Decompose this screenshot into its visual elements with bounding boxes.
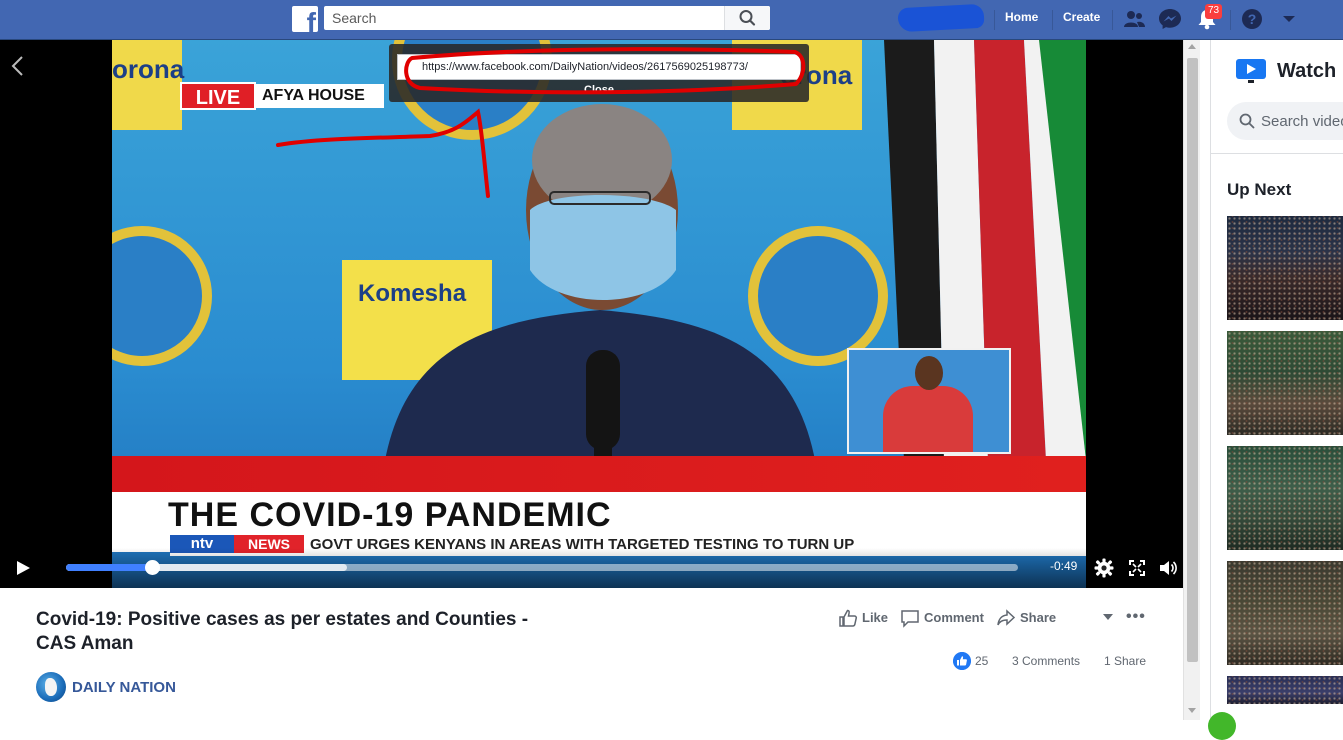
lower-third-red-strip — [112, 456, 1086, 494]
up-next-heading: Up Next — [1227, 180, 1292, 199]
progress-scrubber-handle[interactable] — [144, 560, 160, 575]
video-title: Covid-19: Positive cases as per estates … — [36, 609, 529, 654]
page-name-link[interactable]: DAILY NATION — [72, 679, 176, 696]
video-headline: THE COVID-19 PANDEMIC — [168, 496, 612, 534]
like-count[interactable]: 25 — [975, 654, 988, 668]
nav-create-link[interactable]: Create — [1063, 10, 1100, 24]
search-icon — [739, 10, 756, 26]
thumbnail-image — [1227, 216, 1343, 320]
share-arrow-icon — [997, 609, 1016, 626]
like-label: Like — [862, 610, 889, 625]
sign-language-interpreter-inset — [847, 348, 1011, 454]
back-arrow-icon[interactable] — [8, 54, 28, 78]
watch-tv-icon[interactable] — [1235, 58, 1267, 84]
share-dropdown-caret-icon[interactable] — [1103, 614, 1113, 620]
page-avatar[interactable] — [36, 672, 66, 702]
up-next-video-thumbnail[interactable] — [1227, 561, 1343, 665]
chat-status-icon[interactable] — [1208, 712, 1236, 740]
up-next-video-thumbnail[interactable] — [1227, 676, 1343, 704]
nav-divider — [1230, 10, 1231, 30]
watch-sidebar: Watch Up Next — [1210, 40, 1343, 720]
like-reaction-icon[interactable] — [953, 652, 971, 670]
like-button[interactable]: Like — [838, 608, 894, 630]
emblem-seal — [112, 226, 212, 366]
search-input[interactable] — [324, 6, 724, 30]
live-lower-tag: LIVE AFYA HOUSE — [180, 82, 384, 110]
comment-bubble-icon — [901, 610, 919, 628]
profile-link-redacted[interactable] — [897, 3, 985, 33]
up-next-video-thumbnail[interactable] — [1227, 331, 1343, 435]
time-remaining: -0:49 — [1050, 559, 1078, 573]
share-label: Share — [1020, 610, 1057, 625]
video-search-input[interactable] — [1261, 111, 1343, 131]
friends-icon[interactable] — [1122, 8, 1146, 30]
thumbnail-image — [1227, 331, 1343, 435]
banner-text: orona — [112, 54, 185, 84]
video-url-popup: https://www.facebook.com/DailyNation/vid… — [389, 44, 809, 102]
comments-count[interactable]: 3 Comments — [1012, 654, 1080, 668]
video-url-field[interactable]: https://www.facebook.com/DailyNation/vid… — [397, 54, 801, 80]
interpreter-figure — [915, 356, 943, 390]
shares-count[interactable]: 1 Share — [1104, 654, 1146, 668]
svg-text:?: ? — [1248, 11, 1257, 27]
fullscreen-icon[interactable] — [1127, 558, 1147, 578]
progress-played — [66, 564, 152, 571]
like-thumb-icon — [839, 609, 858, 627]
account-menu-caret-icon[interactable] — [1277, 8, 1301, 30]
progress-bar[interactable] — [66, 560, 1018, 575]
thumbnail-image — [1227, 446, 1343, 550]
share-button[interactable]: Share — [996, 608, 1060, 630]
video-search-box — [1227, 102, 1343, 140]
video-frame[interactable]: orona orona Komesha LIVE AFYA HOUSE THE … — [112, 40, 1086, 588]
thumbnail-image — [1227, 561, 1343, 665]
watch-header: Watch — [1211, 40, 1343, 154]
messenger-icon[interactable] — [1158, 8, 1182, 30]
live-badge: LIVE — [180, 82, 256, 110]
nav-divider — [994, 10, 995, 30]
thumbnail-image — [1227, 676, 1343, 704]
nav-home-link[interactable]: Home — [1005, 10, 1038, 24]
comment-button[interactable]: Comment — [900, 608, 990, 630]
search-box — [324, 6, 770, 30]
up-next-video-thumbnail[interactable] — [1227, 216, 1343, 320]
up-next-video-thumbnail[interactable] — [1227, 446, 1343, 550]
video-controls: -0:49 — [0, 548, 1183, 588]
close-url-popup-button[interactable]: Close — [389, 84, 809, 96]
nav-divider — [1112, 10, 1113, 30]
watch-title[interactable]: Watch — [1277, 60, 1336, 83]
post-info: Covid-19: Positive cases as per estates … — [0, 588, 1183, 720]
scroll-down-arrow-icon[interactable] — [1188, 708, 1196, 713]
search-icon — [1239, 113, 1255, 129]
help-icon[interactable]: ? — [1240, 8, 1264, 30]
comment-label: Comment — [924, 610, 984, 625]
facebook-logo-icon[interactable]: f — [292, 6, 318, 32]
nav-divider — [1052, 10, 1053, 30]
scrollbar-thumb[interactable] — [1187, 58, 1198, 662]
speaker-figure — [380, 104, 820, 500]
interpreter-figure — [883, 386, 973, 452]
settings-gear-icon[interactable] — [1094, 558, 1114, 578]
play-icon[interactable] — [14, 559, 32, 577]
scroll-up-arrow-icon[interactable] — [1188, 44, 1196, 49]
volume-icon[interactable] — [1158, 558, 1178, 578]
search-button[interactable] — [724, 6, 770, 30]
more-options-icon[interactable]: ••• — [1126, 608, 1146, 626]
page-scrollbar[interactable] — [1183, 40, 1200, 720]
notification-badge: 73 — [1205, 4, 1223, 19]
video-player[interactable]: orona orona Komesha LIVE AFYA HOUSE THE … — [0, 40, 1183, 588]
top-navigation-bar: f Home Create 73 ? — [0, 0, 1343, 40]
location-label: AFYA HOUSE — [256, 84, 384, 108]
